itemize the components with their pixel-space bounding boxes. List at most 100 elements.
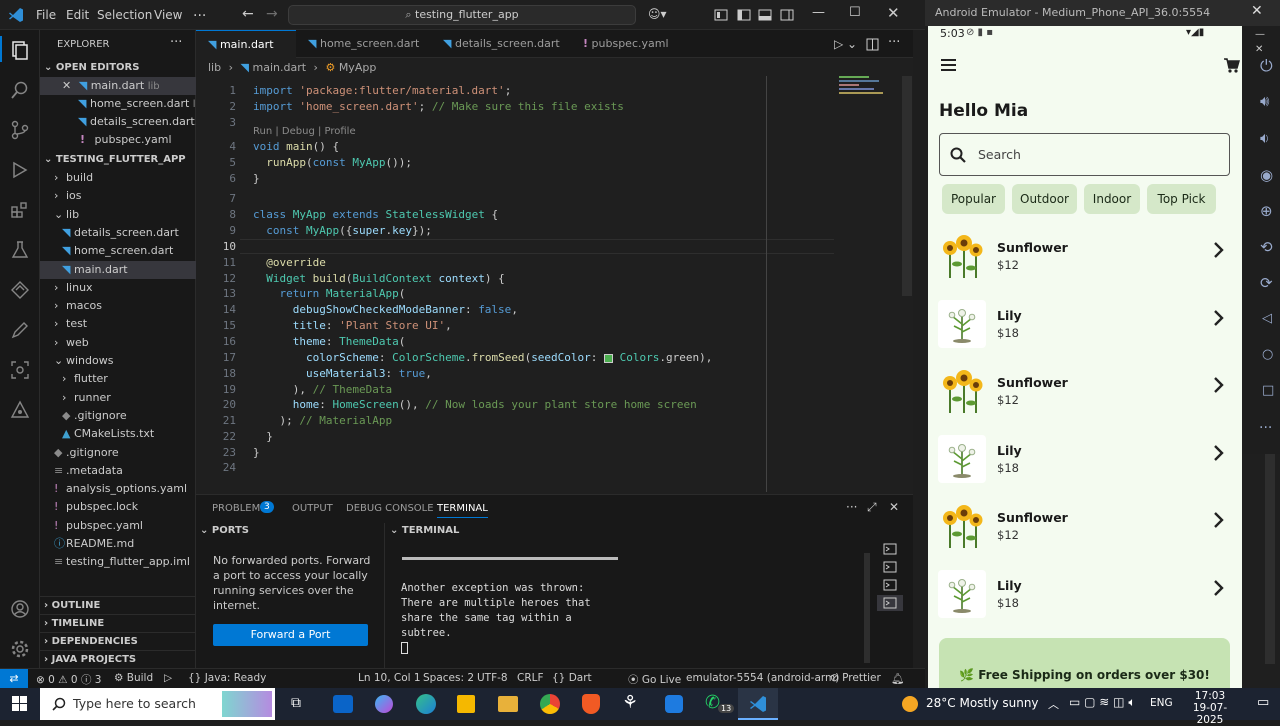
forward-port-button[interactable]: Forward a Port bbox=[213, 624, 368, 646]
emulator-close-icon[interactable]: ✕ bbox=[1251, 3, 1263, 19]
minimize-icon[interactable]: — bbox=[812, 5, 825, 20]
close-icon[interactable]: ✕ bbox=[887, 4, 900, 22]
open-editors-header[interactable]: ⌄ OPEN EDITORS bbox=[40, 59, 196, 77]
menu-view[interactable]: View bbox=[154, 8, 182, 22]
dependencies-section[interactable]: › DEPENDENCIES bbox=[40, 632, 196, 650]
tab-terminal[interactable]: TERMINAL bbox=[437, 503, 488, 518]
maximize-panel-icon[interactable]: ⤢ bbox=[867, 500, 877, 515]
menu-selection[interactable]: Selection bbox=[97, 8, 152, 22]
remote-indicator-icon[interactable]: ⇄ bbox=[0, 669, 28, 689]
code-line[interactable]: runApp(const MyApp()); bbox=[253, 156, 412, 169]
plant-list-item[interactable]: Sunflower $12 bbox=[938, 496, 1234, 556]
build-status[interactable]: ⚙ Build bbox=[114, 672, 153, 684]
tree-item[interactable]: › runner bbox=[40, 389, 196, 407]
tree-item[interactable]: ⌄ windows bbox=[40, 352, 196, 370]
menu-more[interactable]: ... bbox=[193, 4, 206, 20]
tree-item[interactable]: ◥ home_screen.dart bbox=[40, 242, 196, 260]
tree-item[interactable]: ◆ .gitignore bbox=[40, 444, 196, 462]
plant-list-item[interactable]: Sunflower $12 bbox=[938, 361, 1234, 421]
explorer-more-icon[interactable]: ··· bbox=[170, 35, 182, 50]
code-line[interactable]: } bbox=[253, 172, 260, 185]
tree-item[interactable]: ! analysis_options.yaml bbox=[40, 480, 196, 498]
search-icon[interactable] bbox=[10, 80, 30, 100]
terminal-instance-icon[interactable] bbox=[883, 543, 897, 555]
terminal-instance-active[interactable] bbox=[877, 595, 903, 611]
menu-hamburger-icon[interactable] bbox=[941, 59, 957, 71]
rotate-left-icon[interactable]: ⟲ bbox=[1260, 238, 1273, 256]
settings-gear-icon[interactable] bbox=[10, 639, 30, 659]
tree-item[interactable]: › flutter bbox=[40, 370, 196, 388]
power-icon[interactable]: ⏻ bbox=[1260, 56, 1273, 76]
open-editor-details-screen[interactable]: ◥ details_screen.dart... bbox=[40, 113, 196, 131]
panel-more-icon[interactable]: ··· bbox=[846, 500, 857, 514]
extensions-icon[interactable] bbox=[10, 200, 30, 220]
edit-pen-icon[interactable] bbox=[10, 320, 30, 340]
testing-icon[interactable] bbox=[10, 240, 30, 260]
chip-popular[interactable]: Popular bbox=[942, 184, 1005, 214]
toggle-sidebar-icon[interactable] bbox=[737, 8, 751, 22]
notifications-bell-icon[interactable]: 🔔︎ bbox=[891, 672, 904, 685]
breadcrumb-item[interactable]: lib bbox=[208, 61, 221, 74]
code-line[interactable]: void main() { bbox=[253, 140, 339, 153]
chip-outdoor[interactable]: Outdoor bbox=[1012, 184, 1077, 214]
problems-status[interactable]: ⊗ 0 ⚠ 0 ⓘ 3 bbox=[36, 672, 101, 687]
open-editor-pubspec[interactable]: ! pubspec.yaml bbox=[40, 131, 196, 149]
terminal-view[interactable]: ⌄ TERMINAL Another exception was thrown:… bbox=[386, 523, 913, 668]
plant-list-item[interactable]: Lily $18 bbox=[938, 294, 1234, 354]
tree-item[interactable]: ⓘREADME.md bbox=[40, 535, 196, 553]
weather-sun-icon[interactable] bbox=[902, 696, 918, 712]
java-projects-section[interactable]: › JAVA PROJECTS bbox=[40, 650, 196, 668]
tree-item[interactable]: ≡ testing_flutter_app.iml bbox=[40, 553, 196, 571]
show-hidden-icons[interactable]: ︿ bbox=[1048, 696, 1059, 712]
emulator-minimize-icon[interactable]: — bbox=[1255, 29, 1265, 40]
tree-item[interactable]: › build bbox=[40, 169, 196, 187]
toggle-panel-icon[interactable] bbox=[758, 8, 772, 22]
menu-edit[interactable]: Edit bbox=[66, 8, 89, 22]
tab-problems[interactable]: PROBLEMS bbox=[212, 503, 267, 514]
code-line[interactable]: home: HomeScreen(), // Now loads your pl… bbox=[253, 398, 697, 411]
tree-item[interactable]: ! pubspec.yaml bbox=[40, 517, 196, 535]
code-line[interactable]: ), // ThemeData bbox=[253, 383, 392, 396]
code-line[interactable]: title: 'Plant Store UI', bbox=[253, 319, 452, 332]
terminal-header[interactable]: ⌄ TERMINAL bbox=[390, 525, 459, 536]
tree-item[interactable]: › linux bbox=[40, 279, 196, 297]
explorer-icon[interactable] bbox=[10, 40, 30, 60]
codelens-run-debug[interactable]: Run | Debug | Profile bbox=[253, 126, 356, 137]
overview-nav-icon[interactable]: □ bbox=[1262, 383, 1274, 398]
source-control-icon[interactable] bbox=[10, 120, 30, 140]
plant-list-item[interactable]: Sunflower $12 bbox=[938, 226, 1234, 286]
language-indicator[interactable]: ENG bbox=[1150, 697, 1173, 709]
java-status[interactable]: {} Java: Ready bbox=[188, 672, 266, 684]
outlook-icon[interactable] bbox=[333, 695, 353, 713]
project-header[interactable]: ⌄ TESTING_FLUTTER_APP bbox=[40, 151, 196, 169]
remote-explorer-icon[interactable] bbox=[10, 280, 30, 300]
run-file-icon[interactable]: ▷ ⌄ bbox=[834, 37, 857, 51]
split-editor-icon[interactable] bbox=[866, 38, 879, 51]
code-line[interactable]: colorScheme: ColorScheme.fromSeed(seedCo… bbox=[253, 351, 712, 364]
microsoft-store-icon[interactable] bbox=[457, 695, 475, 713]
notification-center-icon[interactable]: ▭ bbox=[1257, 695, 1269, 710]
code-editor[interactable]: lib › ◥ main.dart › ⚙ MyApp 1 import 'pac… bbox=[196, 58, 913, 494]
tree-item[interactable]: › ios bbox=[40, 187, 196, 205]
home-nav-icon[interactable]: ○ bbox=[1262, 347, 1273, 362]
terminal-instance-icon[interactable] bbox=[883, 579, 897, 591]
code-line[interactable]: import 'package:flutter/material.dart'; bbox=[253, 84, 511, 97]
weather-text[interactable]: 28°C Mostly sunny bbox=[926, 696, 1039, 710]
shopping-cart-icon[interactable] bbox=[1223, 57, 1240, 73]
close-panel-icon[interactable]: ✕ bbox=[889, 500, 899, 514]
rotate-right-icon[interactable]: ⟳ bbox=[1260, 274, 1273, 292]
code-line[interactable]: class MyApp extends StatelessWidget { bbox=[253, 208, 498, 221]
edge-icon[interactable] bbox=[416, 694, 436, 714]
copilot-icon[interactable]: ☺▾ bbox=[648, 7, 667, 21]
volume-up-icon[interactable]: 🔊︎ bbox=[1260, 92, 1269, 110]
volume-down-icon[interactable]: 🔉︎ bbox=[1260, 129, 1269, 147]
tree-item[interactable]: › test bbox=[40, 315, 196, 333]
code-line[interactable]: } bbox=[253, 446, 260, 459]
flutter-tools-icon[interactable] bbox=[10, 400, 30, 420]
scan-icon[interactable] bbox=[10, 360, 30, 380]
editor-scrollbar[interactable] bbox=[902, 76, 912, 296]
emulator-close-small-icon[interactable]: ✕ bbox=[1255, 44, 1263, 55]
timeline-section[interactable]: › TIMELINE bbox=[40, 614, 196, 632]
editor-more-icon[interactable]: ··· bbox=[888, 35, 900, 50]
tree-item[interactable]: ◥ main.dart bbox=[40, 260, 196, 279]
